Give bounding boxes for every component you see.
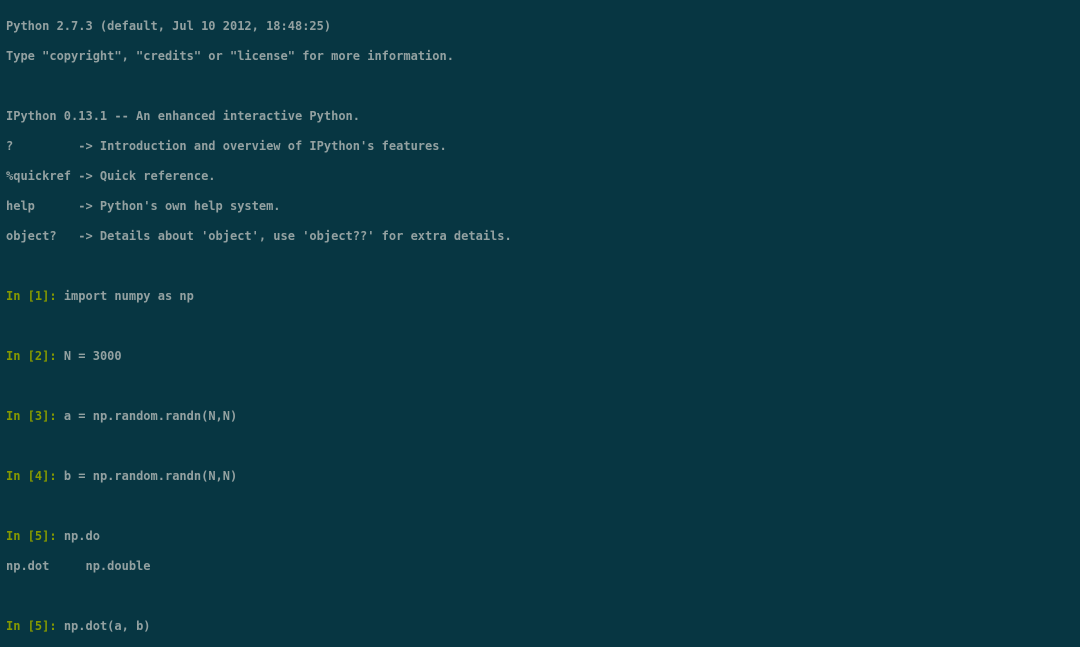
in-prompt-line[interactable]: In [1]: import numpy as np xyxy=(6,289,1074,304)
in-prompt: In [ xyxy=(6,349,35,363)
banner-line: help -> Python's own help system. xyxy=(6,199,281,213)
banner-line: ? -> Introduction and overview of IPytho… xyxy=(6,139,447,153)
in-prompt-line[interactable]: In [5]: np.dot(a, b) xyxy=(6,619,1074,634)
in-prompt: In [ xyxy=(6,529,35,543)
in-prompt: In [ xyxy=(6,469,35,483)
in-prompt: ]: xyxy=(42,529,64,543)
code: np.do xyxy=(64,529,100,543)
banner-line: %quickref -> Quick reference. xyxy=(6,169,216,183)
banner-line: Python 2.7.3 (default, Jul 10 2012, 18:4… xyxy=(6,19,331,33)
in-prompt: ]: xyxy=(42,289,64,303)
in-prompt-line[interactable]: In [5]: np.do xyxy=(6,529,1074,544)
banner-line: IPython 0.13.1 -- An enhanced interactiv… xyxy=(6,109,360,123)
in-prompt: In [ xyxy=(6,619,35,633)
in-prompt-line[interactable]: In [3]: a = np.random.randn(N,N) xyxy=(6,409,1074,424)
code: import numpy as np xyxy=(64,289,194,303)
in-prompt-line[interactable]: In [4]: b = np.random.randn(N,N) xyxy=(6,469,1074,484)
tab-completion: np.dot np.double xyxy=(6,559,151,573)
in-prompt: ]: xyxy=(42,349,64,363)
in-prompt: In [ xyxy=(6,289,35,303)
in-prompt: In [ xyxy=(6,409,35,423)
code: a = np.random.randn(N,N) xyxy=(64,409,237,423)
banner-line: object? -> Details about 'object', use '… xyxy=(6,229,512,243)
code: N = 3000 xyxy=(64,349,122,363)
terminal[interactable]: Python 2.7.3 (default, Jul 10 2012, 18:4… xyxy=(0,0,1080,647)
code: b = np.random.randn(N,N) xyxy=(64,469,237,483)
in-prompt-line[interactable]: In [2]: N = 3000 xyxy=(6,349,1074,364)
banner-line: Type "copyright", "credits" or "license"… xyxy=(6,49,454,63)
in-prompt: ]: xyxy=(42,619,64,633)
code: np.dot(a, b) xyxy=(64,619,151,633)
in-prompt: ]: xyxy=(42,469,64,483)
in-prompt: ]: xyxy=(42,409,64,423)
